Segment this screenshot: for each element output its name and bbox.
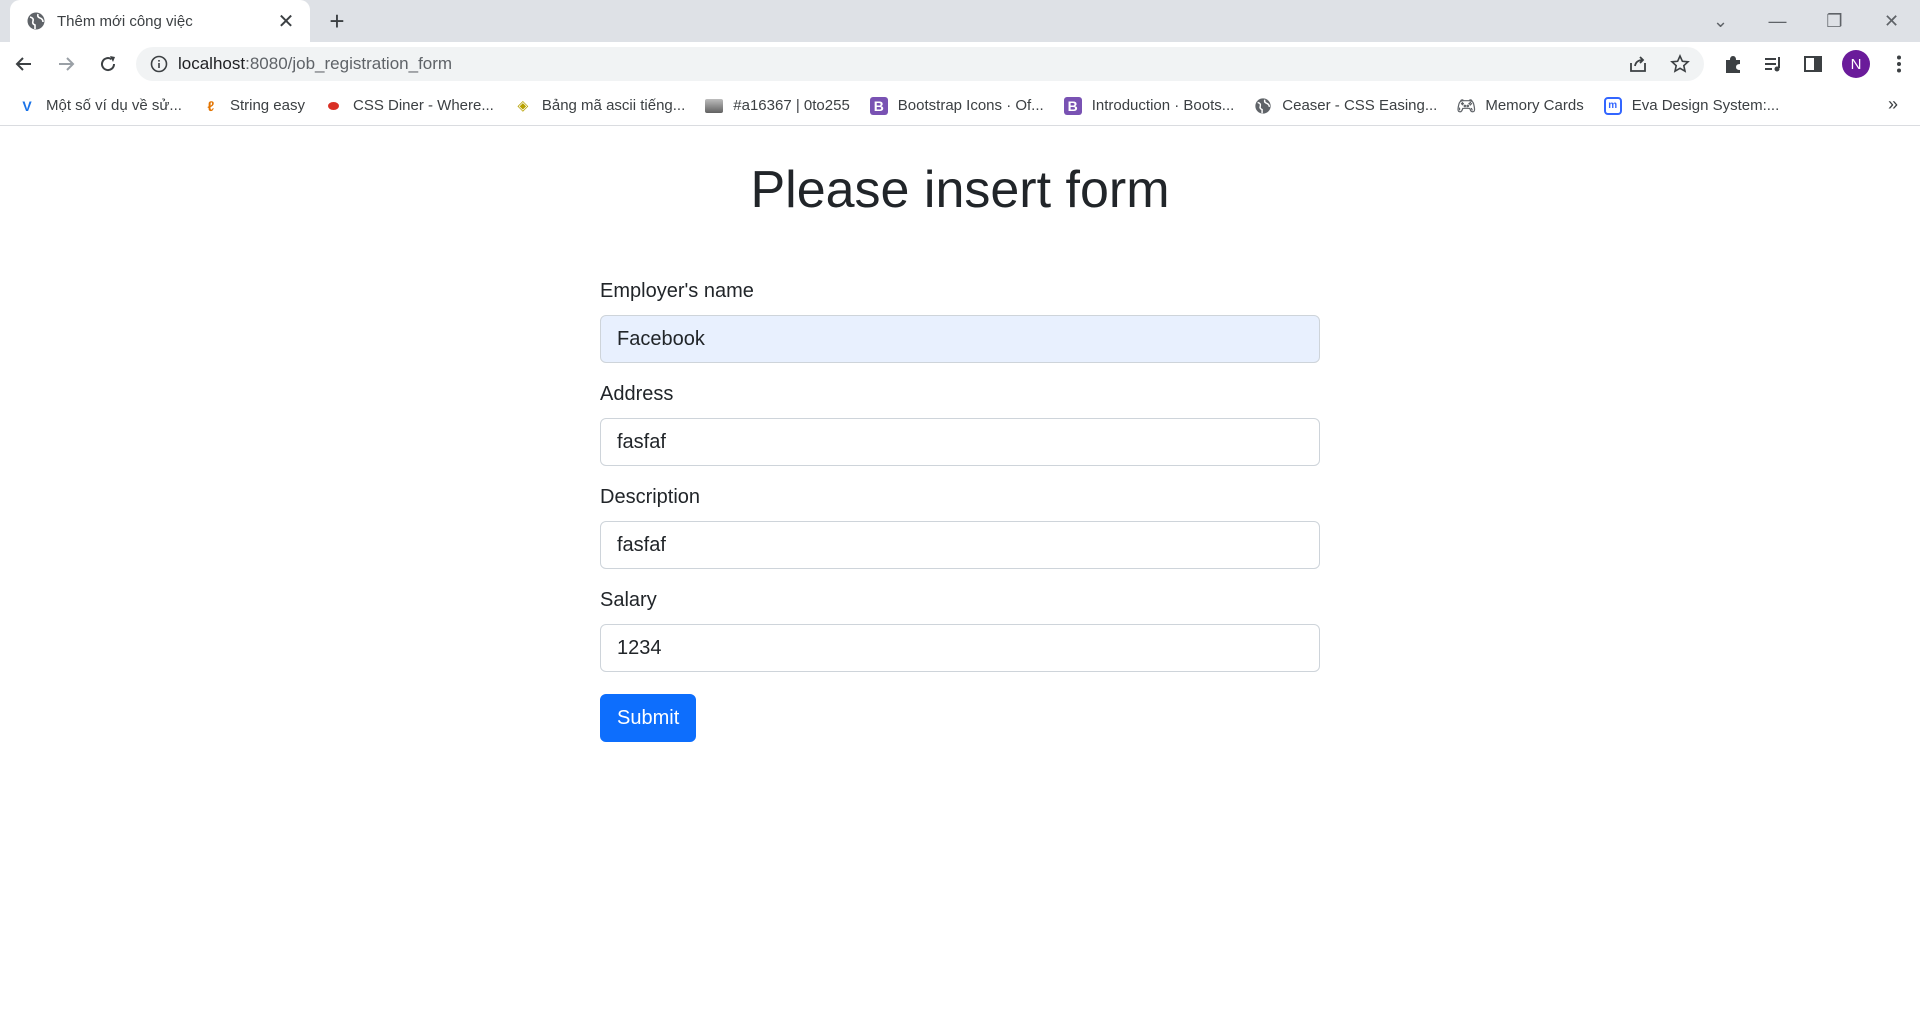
url-text[interactable]: localhost:8080/job_registration_form [178, 54, 452, 74]
globe-icon [1255, 97, 1271, 114]
kebab-menu-icon[interactable] [1888, 53, 1910, 75]
media-queue-icon[interactable] [1762, 53, 1784, 75]
bookmark-item[interactable]: ℓ String easy [202, 97, 305, 115]
bookmark-item[interactable]: m Eva Design System:... [1603, 96, 1780, 115]
globe-icon [27, 12, 45, 30]
forward-button[interactable] [48, 46, 84, 82]
share-icon[interactable] [1628, 54, 1648, 74]
bookmark-label: Ceaser - CSS Easing... [1282, 97, 1438, 114]
bookmarks-bar: V Một số ví dụ về sử... ℓ String easy CS… [0, 86, 1920, 126]
tab-title: Thêm mới công việc [57, 12, 193, 30]
job-registration-form: Employer's name Address Description Sala… [600, 280, 1320, 742]
bookmark-item[interactable]: B Introduction · Boots... [1063, 96, 1235, 115]
close-tab-icon[interactable]: ✕ [276, 9, 296, 34]
more-bookmarks-icon[interactable]: » [1888, 94, 1898, 115]
browser-toolbar: localhost:8080/job_registration_form N [0, 42, 1920, 86]
submit-button[interactable]: Submit [600, 694, 697, 742]
bookmark-label: Eva Design System:... [1631, 97, 1780, 114]
field-employer-name: Employer's name [600, 280, 1320, 363]
gamepad-icon: 🎮︎ [1456, 97, 1477, 115]
window-controls: ⌄ — ❐ ✕ [1692, 0, 1920, 42]
arrow-right-icon [59, 57, 75, 71]
bootstrap-icon: B [869, 96, 888, 115]
new-tab-button[interactable]: + [323, 8, 351, 36]
page-content: Please insert form Employer's name Addre… [0, 126, 1920, 1020]
bookmark-item[interactable]: B Bootstrap Icons · Of... [869, 96, 1044, 115]
arrow-left-icon [15, 57, 31, 71]
bookmark-label: Memory Cards [1485, 97, 1584, 114]
bookmark-item[interactable]: Ceaser - CSS Easing... [1254, 97, 1437, 115]
diamond-icon: ◈ [517, 97, 529, 113]
field-address: Address [600, 383, 1320, 466]
close-window-icon[interactable]: ✕ [1863, 11, 1920, 32]
salary-label: Salary [600, 589, 657, 611]
employer-name-input[interactable] [600, 315, 1320, 363]
url-path: :8080/job_registration_form [245, 54, 453, 73]
bookmark-item[interactable]: ◈ Bảng mã ascii tiếng... [514, 97, 685, 115]
bookmark-label: Một số ví dụ về sử... [46, 97, 182, 114]
v-logo-icon: V [22, 97, 32, 114]
bootstrap-icon: B [1063, 96, 1082, 115]
string-easy-icon: ℓ [207, 97, 215, 114]
bookmark-label: Introduction · Boots... [1091, 97, 1235, 114]
url-host: localhost [178, 54, 246, 73]
page-title: Please insert form [750, 161, 1170, 219]
bookmark-label: #a16367 | 0to255 [733, 97, 850, 114]
field-description: Description [600, 486, 1320, 569]
field-salary: Salary [600, 589, 1320, 672]
eva-icon: m [1603, 96, 1622, 115]
address-label: Address [600, 383, 674, 405]
tab-search-chevron-icon[interactable]: ⌄ [1692, 11, 1749, 32]
reload-button[interactable] [90, 46, 126, 82]
description-label: Description [600, 486, 701, 508]
profile-avatar[interactable]: N [1842, 50, 1870, 78]
info-icon[interactable] [150, 55, 168, 73]
tab-strip: Thêm mới công việc ✕ + ⌄ — ❐ ✕ [0, 0, 1920, 42]
star-icon[interactable] [1670, 54, 1690, 74]
address-input[interactable] [600, 418, 1320, 466]
address-bar[interactable]: localhost:8080/job_registration_form [136, 47, 1704, 81]
extensions-puzzle-icon[interactable] [1722, 53, 1744, 75]
red-dot-icon [325, 97, 343, 115]
bookmark-item[interactable]: #a16367 | 0to255 [705, 97, 850, 115]
employer-name-label: Employer's name [600, 280, 754, 302]
bookmark-item[interactable]: CSS Diner - Where... [325, 97, 494, 115]
browser-tab[interactable]: Thêm mới công việc ✕ [10, 0, 310, 42]
side-panel-icon[interactable] [1802, 53, 1824, 75]
restore-icon[interactable]: ❐ [1806, 11, 1863, 32]
gradient-icon [705, 97, 724, 115]
bookmark-item[interactable]: 🎮︎ Memory Cards [1456, 97, 1584, 115]
bookmark-item[interactable]: V Một số ví dụ về sử... [18, 97, 182, 115]
bookmark-label: Bootstrap Icons · Of... [897, 97, 1044, 114]
reload-icon [101, 56, 116, 72]
description-input[interactable] [600, 521, 1320, 569]
back-button[interactable] [6, 46, 42, 82]
bookmark-label: Bảng mã ascii tiếng... [541, 97, 686, 114]
bookmark-label: String easy [229, 97, 305, 114]
minimize-icon[interactable]: — [1749, 11, 1806, 32]
bookmark-label: CSS Diner - Where... [352, 97, 494, 114]
salary-input[interactable] [600, 624, 1320, 672]
